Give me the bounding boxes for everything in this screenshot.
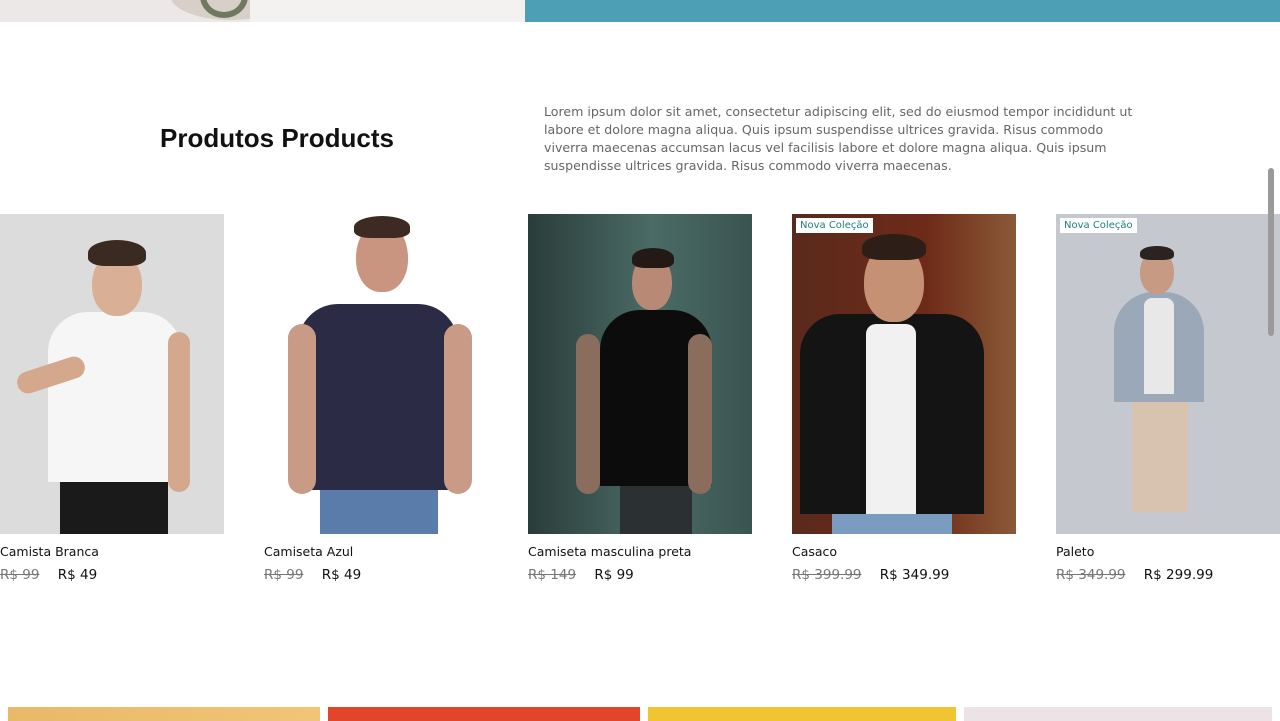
product-image[interactable] bbox=[0, 214, 224, 534]
old-price: R$ 349.99 bbox=[1056, 567, 1126, 583]
new-price: R$ 299.99 bbox=[1143, 567, 1214, 583]
product-image[interactable] bbox=[1056, 214, 1280, 534]
product-prices: R$ 399.99 R$ 349.99 bbox=[792, 567, 1016, 583]
new-price: R$ 49 bbox=[321, 567, 362, 583]
category-banner-image[interactable] bbox=[648, 707, 956, 721]
category-banner-image[interactable] bbox=[328, 707, 640, 721]
product-prices: R$ 349.99 R$ 299.99 bbox=[1056, 567, 1280, 583]
new-collection-badge: Nova Coleção bbox=[1060, 218, 1137, 233]
section-description: Lorem ipsum dolor sit amet, consectetur … bbox=[544, 104, 1133, 173]
product-prices: R$ 99 R$ 49 bbox=[0, 567, 224, 583]
product-name[interactable]: Camista Branca bbox=[0, 544, 224, 559]
product-card[interactable]: Camiseta masculina preta R$ 149 R$ 99 bbox=[528, 214, 752, 583]
new-price: R$ 49 bbox=[57, 567, 98, 583]
product-image[interactable] bbox=[792, 214, 1016, 534]
section-title: Produtos Products bbox=[160, 123, 395, 153]
product-card[interactable]: Nova Coleção Paleto R$ 349.99 R$ 299.99 bbox=[1056, 214, 1280, 583]
product-image[interactable] bbox=[264, 214, 488, 534]
hero-image-right bbox=[525, 0, 1280, 22]
category-banner-image[interactable] bbox=[8, 707, 320, 721]
product-prices: R$ 149 R$ 99 bbox=[528, 567, 752, 583]
hero-banner-image bbox=[0, 0, 1280, 22]
product-name[interactable]: Camiseta masculina preta bbox=[528, 544, 752, 559]
old-price: R$ 149 bbox=[528, 567, 577, 583]
old-price: R$ 399.99 bbox=[792, 567, 862, 583]
product-card[interactable]: Nova Coleção Casaco R$ 399.99 R$ 349.99 bbox=[792, 214, 1016, 583]
product-prices: R$ 99 R$ 49 bbox=[264, 567, 488, 583]
category-banner-image[interactable] bbox=[964, 707, 1272, 721]
product-name[interactable]: Paleto bbox=[1056, 544, 1280, 559]
product-card[interactable]: Camista Branca R$ 99 R$ 49 bbox=[0, 214, 224, 583]
old-price: R$ 99 bbox=[264, 567, 304, 583]
product-image[interactable] bbox=[528, 214, 752, 534]
product-name[interactable]: Camiseta Azul bbox=[264, 544, 488, 559]
hero-image-left bbox=[0, 0, 525, 22]
old-price: R$ 99 bbox=[0, 567, 40, 583]
product-card[interactable]: Camiseta Azul R$ 99 R$ 49 bbox=[264, 214, 488, 583]
product-name[interactable]: Casaco bbox=[792, 544, 1016, 559]
new-price: R$ 99 bbox=[594, 567, 634, 583]
new-collection-badge: Nova Coleção bbox=[796, 218, 873, 233]
scrollbar[interactable] bbox=[1268, 168, 1274, 336]
new-price: R$ 349.99 bbox=[879, 567, 950, 583]
